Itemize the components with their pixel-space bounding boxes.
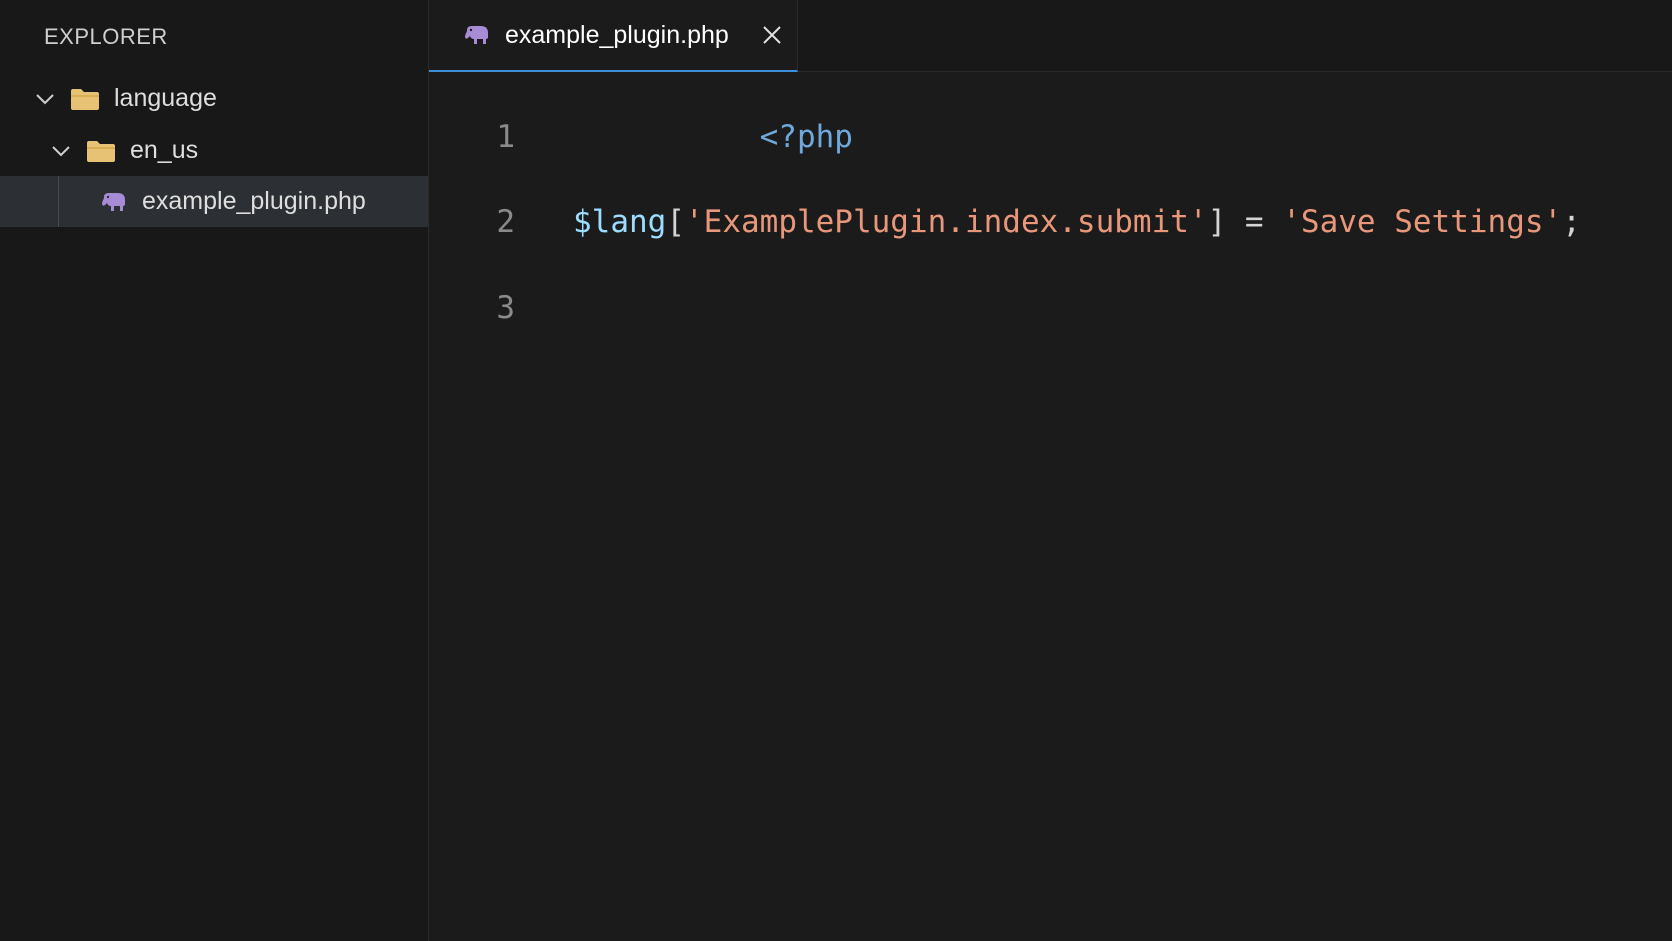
code-token-variable: $lang [573,204,667,240]
code-token-punctuation: ] = [1207,204,1283,240]
code-line: 2 $lang['ExamplePlugin.index.submit'] = … [429,197,1581,247]
tab-example-plugin-php[interactable]: example_plugin.php [429,0,798,72]
line-content: <?php [573,83,853,191]
php-elephant-icon [100,191,128,213]
chevron-down-icon[interactable] [50,140,72,162]
tree-item-language[interactable]: language [0,73,428,124]
line-number: 2 [496,204,515,240]
line-number: 3 [496,290,515,326]
code-line: 1 <?php [429,112,853,162]
folder-icon [86,139,116,163]
code-token-tag: <?php [759,119,853,155]
tree-item-label: en_us [130,136,199,164]
folder-icon [70,87,100,111]
line-number: 1 [496,119,515,155]
php-elephant-icon [463,24,491,46]
tab-label: example_plugin.php [505,20,729,49]
explorer-sidebar: EXPLORER language en_us example_plugin.p… [0,0,429,941]
line-content: $lang['ExamplePlugin.index.submit'] = 'S… [573,204,1581,240]
code-token-string: 'Save Settings' [1282,204,1563,240]
editor-pane: example_plugin.php 1 <?php 2 $lang['Exam… [429,0,1672,941]
indent-guide [58,176,59,227]
tree-item-example-plugin-php[interactable]: example_plugin.php [0,176,428,227]
close-icon[interactable] [761,24,783,46]
app-window: EXPLORER language en_us example_plugin.p… [0,0,1672,941]
code-editor[interactable]: 1 <?php 2 $lang['ExamplePlugin.index.sub… [429,72,1672,941]
code-token-punctuation: [ [666,204,685,240]
tab-bar: example_plugin.php [429,0,1672,72]
tree-item-en-us[interactable]: en_us [0,125,428,176]
tree-item-label: example_plugin.php [142,187,366,215]
code-token-string: 'ExamplePlugin.index.submit' [685,204,1208,240]
code-token-punctuation: ; [1562,204,1581,240]
code-line: 3 [429,283,573,333]
explorer-title: EXPLORER [44,24,168,49]
chevron-down-icon[interactable] [34,88,56,110]
tree-item-label: language [114,84,217,112]
